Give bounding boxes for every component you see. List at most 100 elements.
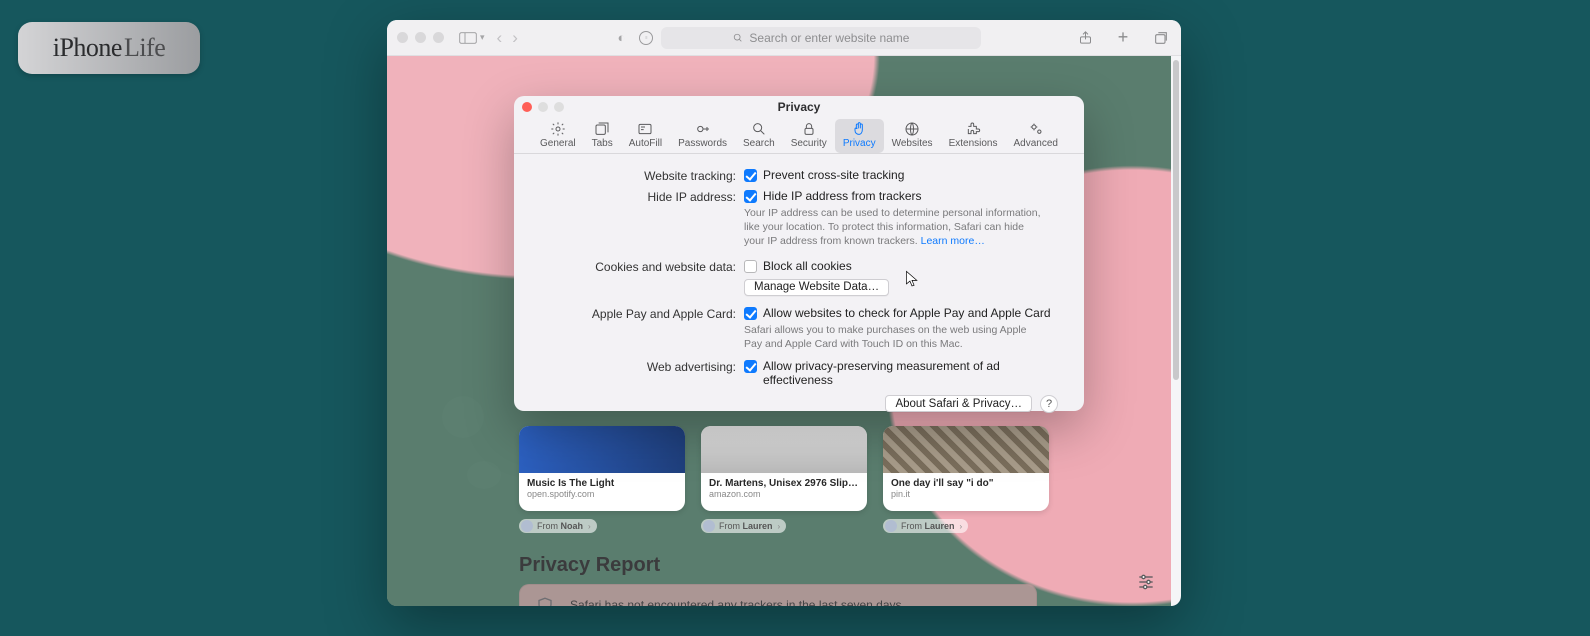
from-name: Lauren (925, 521, 955, 531)
tab-label: Privacy (843, 138, 876, 149)
lock-icon (800, 121, 818, 137)
content-scrollbar[interactable] (1173, 60, 1179, 380)
manage-website-data-button[interactable]: Manage Website Data… (744, 279, 889, 296)
from-prefix: From (537, 521, 561, 531)
apple-pay-help-text: Safari allows you to make purchases on t… (744, 323, 1044, 351)
tab-label: Advanced (1013, 138, 1057, 149)
checkbox-input[interactable] (744, 360, 757, 373)
prefs-titlebar: Privacy (514, 96, 1084, 118)
tab-label: General (540, 138, 576, 149)
checkbox-input[interactable] (744, 307, 757, 320)
shared-with-you-row: Music Is The Light open.spotify.com From… (519, 426, 1049, 533)
close-button[interactable] (397, 32, 408, 43)
share-icon (1078, 30, 1093, 45)
tabs-icon (593, 121, 611, 137)
sidebar-toggle[interactable]: ▾ (458, 28, 485, 48)
label-cookies: Cookies and website data: (538, 259, 736, 274)
avatar (885, 520, 897, 532)
tab-label: Extensions (949, 138, 998, 149)
hand-icon (850, 121, 868, 137)
checkbox-label: Allow websites to check for Apple Pay an… (763, 306, 1051, 320)
globe-icon (903, 121, 921, 137)
shield-icon (536, 595, 554, 606)
label-web-advertising: Web advertising: (538, 359, 736, 374)
checkbox-prevent-cross-site-tracking[interactable]: Prevent cross-site tracking (744, 168, 1060, 182)
checkbox-label: Allow privacy-preserving measurement of … (763, 359, 1060, 387)
checkbox-ad-measurement[interactable]: Allow privacy-preserving measurement of … (744, 359, 1060, 387)
label-apple-pay: Apple Pay and Apple Card: (538, 306, 736, 321)
chevron-right-icon: › (960, 522, 963, 531)
learn-more-link[interactable]: Learn more… (921, 235, 985, 247)
from-name: Lauren (743, 521, 773, 531)
tab-autofill[interactable]: AutoFill (621, 119, 670, 153)
prefs-title: Privacy (514, 100, 1084, 114)
from-chip[interactable]: From Lauren › (883, 519, 968, 533)
new-tab-button[interactable]: + (1113, 28, 1133, 48)
checkbox-input[interactable] (744, 260, 757, 273)
shared-card[interactable]: Music Is The Light open.spotify.com (519, 426, 685, 511)
avatar (703, 520, 715, 532)
from-prefix: From (901, 521, 925, 531)
card-thumbnail (883, 426, 1049, 473)
privacy-report-button[interactable]: ≡ (639, 31, 653, 45)
tab-privacy[interactable]: Privacy (835, 119, 884, 153)
background-shape (467, 461, 501, 489)
from-chip[interactable]: From Lauren › (701, 519, 786, 533)
tab-label: Tabs (592, 138, 613, 149)
checkbox-input[interactable] (744, 169, 757, 182)
checkbox-input[interactable] (744, 190, 757, 203)
privacy-report-text: Safari has not encountered any trackers … (570, 598, 905, 606)
back-button[interactable]: ‹ (497, 29, 503, 46)
minimize-button[interactable] (415, 32, 426, 43)
tab-general[interactable]: General (532, 119, 584, 153)
tab-passwords[interactable]: Passwords (670, 119, 735, 153)
sidebar-icon (459, 32, 477, 44)
checkbox-label: Hide IP address from trackers (763, 189, 922, 203)
checkbox-block-all-cookies[interactable]: Block all cookies (744, 259, 1060, 273)
tab-tabs[interactable]: Tabs (584, 119, 621, 153)
tab-advanced[interactable]: Advanced (1005, 119, 1065, 153)
share-button[interactable] (1075, 28, 1095, 48)
card-thumbnail (701, 426, 867, 473)
shared-card[interactable]: Dr. Martens, Unisex 2976 Slip Resis… ama… (701, 426, 867, 511)
privacy-report-card[interactable]: Safari has not encountered any trackers … (519, 584, 1037, 606)
card-subtitle: open.spotify.com (527, 489, 677, 499)
appearance-button[interactable]: ◐ (611, 28, 631, 48)
card-title: Music Is The Light (527, 478, 677, 489)
from-chip[interactable]: From Noah › (519, 519, 597, 533)
from-prefix: From (719, 521, 743, 531)
gear-icon (549, 121, 567, 137)
prefs-tabs: General Tabs AutoFill Passwords Search S… (514, 118, 1084, 154)
tab-security[interactable]: Security (783, 119, 835, 153)
about-safari-privacy-button[interactable]: About Safari & Privacy… (885, 395, 1032, 412)
url-bar[interactable]: Search or enter website name (661, 27, 981, 49)
checkbox-label: Block all cookies (763, 259, 852, 273)
watermark-suffix: Life (124, 33, 165, 63)
customize-startpage-button[interactable] (1135, 572, 1157, 592)
from-name: Noah (561, 521, 584, 531)
tab-label: Passwords (678, 138, 727, 149)
url-placeholder: Search or enter website name (749, 31, 909, 45)
shared-card[interactable]: One day i'll say "i do" pin.it (883, 426, 1049, 511)
key-icon (694, 121, 712, 137)
tab-websites[interactable]: Websites (884, 119, 941, 153)
card-subtitle: amazon.com (709, 489, 859, 499)
help-button[interactable]: ? (1040, 395, 1058, 413)
zoom-button[interactable] (433, 32, 444, 43)
card-title: One day i'll say "i do" (891, 478, 1041, 489)
forward-button[interactable]: › (512, 29, 518, 46)
preferences-dialog: Privacy General Tabs AutoFill Passwords … (514, 96, 1084, 411)
watermark-text: iPhone (53, 33, 122, 63)
checkbox-hide-ip-from-trackers[interactable]: Hide IP address from trackers (744, 189, 1060, 203)
search-icon (733, 33, 743, 43)
tab-label: AutoFill (629, 138, 662, 149)
avatar (521, 520, 533, 532)
tab-extensions[interactable]: Extensions (941, 119, 1006, 153)
gears-icon (1027, 121, 1045, 137)
tabs-overview-button[interactable] (1151, 28, 1171, 48)
card-thumbnail (519, 426, 685, 473)
checkbox-apple-pay-check[interactable]: Allow websites to check for Apple Pay an… (744, 306, 1060, 320)
card-subtitle: pin.it (891, 489, 1041, 499)
tab-search[interactable]: Search (735, 119, 783, 153)
iphonelife-watermark: iPhoneLife (18, 22, 200, 74)
